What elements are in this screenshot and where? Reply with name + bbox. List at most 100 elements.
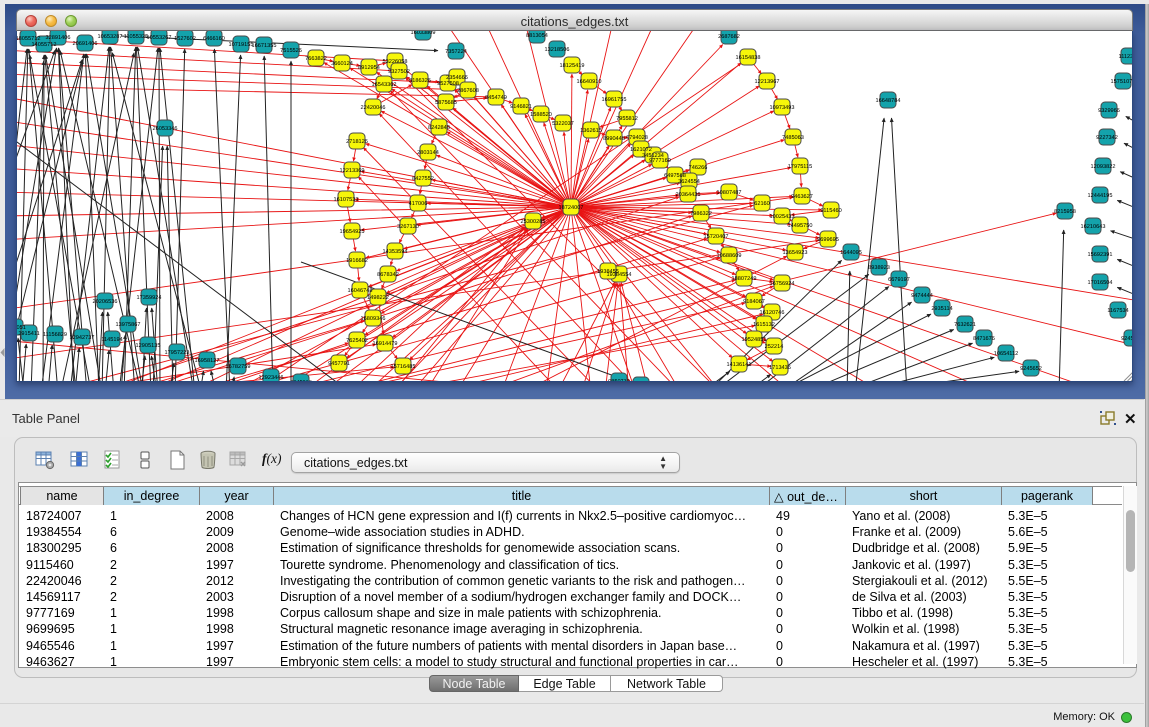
- svg-text:3267130: 3267130: [397, 224, 419, 230]
- svg-text:8471676: 8471676: [973, 336, 995, 342]
- svg-text:8427552: 8427552: [412, 176, 434, 182]
- svg-text:10553267: 10553267: [147, 35, 172, 41]
- svg-text:6466160: 6466160: [203, 36, 225, 42]
- svg-text:10654112: 10654112: [994, 351, 1018, 357]
- svg-text:1145194: 1145194: [101, 337, 122, 343]
- svg-text:7485063: 7485063: [782, 135, 804, 141]
- svg-text:7625402: 7625402: [346, 338, 368, 344]
- svg-text:12213369: 12213369: [340, 168, 365, 174]
- svg-text:9329966: 9329966: [1098, 108, 1120, 114]
- svg-text:13218506: 13218506: [545, 47, 570, 53]
- svg-text:20691406: 20691406: [73, 41, 98, 47]
- svg-text:9327502: 9327502: [388, 69, 410, 75]
- svg-text:16671355: 16671355: [252, 43, 277, 49]
- svg-text:1644095: 1644095: [840, 250, 862, 256]
- svg-text:2867608: 2867608: [457, 88, 479, 94]
- svg-text:25300285: 25300285: [521, 219, 546, 225]
- svg-text:15716485: 15716485: [391, 364, 416, 370]
- svg-text:62160: 62160: [754, 201, 770, 207]
- svg-text:19654925: 19654925: [340, 229, 365, 235]
- svg-text:16640910: 16640910: [577, 79, 602, 85]
- svg-text:22420046: 22420046: [361, 105, 386, 111]
- svg-text:16782759: 16782759: [226, 364, 251, 370]
- svg-text:1713436: 1713436: [769, 365, 791, 371]
- svg-text:5322037: 5322037: [552, 121, 574, 127]
- svg-text:10653287: 10653287: [98, 34, 123, 40]
- svg-text:3660124: 3660124: [331, 61, 353, 67]
- svg-text:417006: 417006: [409, 201, 428, 207]
- svg-text:15720407: 15720407: [704, 234, 729, 240]
- svg-text:1938455: 1938455: [597, 269, 619, 275]
- svg-text:13975867: 13975867: [116, 322, 141, 328]
- svg-text:18125419: 18125419: [560, 63, 585, 69]
- svg-text:18807249: 18807249: [732, 276, 757, 282]
- svg-text:10688609: 10688609: [717, 253, 742, 259]
- svg-text:15751074: 15751074: [1111, 79, 1133, 85]
- svg-text:6794028: 6794028: [626, 135, 648, 141]
- svg-text:9777169: 9777169: [649, 158, 671, 164]
- svg-text:9115460: 9115460: [820, 208, 841, 214]
- svg-text:7357224: 7357224: [445, 49, 467, 55]
- svg-text:8242848: 8242848: [428, 125, 450, 131]
- svg-text:12905135: 12905135: [136, 343, 161, 349]
- svg-text:9850713: 9850713: [608, 379, 630, 382]
- svg-text:12923446: 12923446: [259, 375, 284, 381]
- svg-text:14353594: 14353594: [383, 249, 408, 255]
- svg-text:7663822: 7663822: [305, 56, 327, 62]
- svg-text:1167534: 1167534: [1107, 308, 1128, 314]
- svg-text:8215958: 8215958: [1054, 209, 1076, 215]
- svg-text:13654923: 13654923: [783, 250, 808, 256]
- svg-text:16107533: 16107533: [334, 197, 359, 203]
- svg-text:746266: 746266: [689, 165, 708, 171]
- svg-text:14136141: 14136141: [727, 362, 752, 368]
- svg-text:16958127: 16958127: [195, 358, 220, 364]
- svg-text:20206536: 20206536: [93, 299, 118, 305]
- svg-text:15692391: 15692391: [1088, 252, 1113, 258]
- svg-text:16756924: 16756924: [770, 281, 795, 287]
- svg-text:8990448: 8990448: [603, 136, 625, 142]
- svg-text:2935114: 2935114: [931, 306, 952, 312]
- svg-text:2687682: 2687682: [718, 34, 740, 40]
- svg-text:252214: 252214: [765, 344, 784, 350]
- svg-text:9245652: 9245652: [1020, 366, 1042, 372]
- svg-text:20364436: 20364436: [676, 192, 701, 198]
- svg-text:9463627: 9463627: [791, 194, 813, 200]
- svg-text:16961755: 16961755: [602, 97, 627, 103]
- svg-text:9227342: 9227342: [1096, 135, 1118, 141]
- svg-text:17957223: 17957223: [165, 350, 190, 356]
- svg-text:1527602: 1527602: [174, 36, 196, 42]
- svg-text:2354666: 2354666: [446, 75, 468, 81]
- svg-text:8186326: 8186326: [409, 78, 431, 84]
- svg-text:16914479: 16914479: [373, 341, 398, 347]
- svg-text:11156829: 11156829: [43, 332, 67, 338]
- svg-text:16648784: 16648784: [876, 98, 901, 104]
- svg-text:6679197: 6679197: [888, 277, 910, 283]
- svg-text:19524851: 19524851: [742, 337, 767, 343]
- svg-text:1615132: 1615132: [753, 322, 775, 328]
- svg-text:14495750: 14495750: [788, 223, 813, 229]
- svg-text:9457791: 9457791: [328, 361, 350, 367]
- svg-text:16033809: 16033809: [411, 31, 436, 36]
- svg-text:17975115: 17975115: [788, 164, 812, 170]
- svg-text:8813054: 8813054: [526, 33, 548, 39]
- svg-text:7632621: 7632621: [954, 322, 976, 328]
- svg-text:10025433: 10025433: [770, 214, 795, 220]
- svg-text:8678342: 8678342: [377, 272, 399, 278]
- svg-text:3624554: 3624554: [678, 179, 700, 185]
- svg-text:12093822: 12093822: [1091, 164, 1116, 170]
- svg-text:7515526: 7515526: [280, 48, 302, 54]
- svg-text:17016504: 17016504: [1088, 280, 1113, 286]
- svg-text:3915411: 3915411: [18, 331, 39, 337]
- svg-text:7986322: 7986322: [690, 211, 712, 217]
- svg-text:1362615: 1362615: [580, 128, 602, 134]
- svg-text:17359924: 17359924: [137, 295, 162, 301]
- svg-text:12444195: 12444195: [1088, 193, 1113, 199]
- svg-text:12213967: 12213967: [755, 79, 780, 85]
- svg-text:1588520: 1588520: [530, 112, 552, 118]
- svg-text:9699695: 9699695: [817, 237, 839, 243]
- svg-text:8912954: 8912954: [358, 65, 380, 71]
- svg-text:9184067: 9184067: [743, 299, 765, 305]
- svg-text:16210643: 16210643: [1081, 224, 1106, 230]
- svg-text:1112345: 1112345: [1119, 54, 1133, 60]
- svg-text:14055712: 14055712: [32, 42, 57, 48]
